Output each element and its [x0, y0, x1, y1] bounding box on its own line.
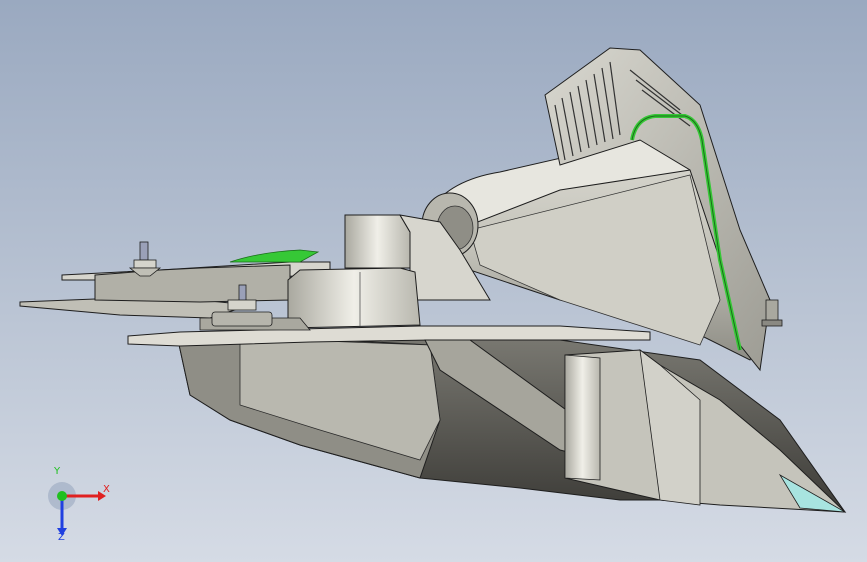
- coordinate-triad: X Y Z: [40, 466, 120, 550]
- green-strip: [229, 249, 320, 263]
- z-axis-label: Z: [58, 532, 65, 543]
- y-axis-dot: [57, 491, 67, 501]
- x-axis-label: X: [103, 484, 110, 495]
- bolt-left: [128, 241, 162, 277]
- left-block: [94, 264, 291, 303]
- cad-model[interactable]: [0, 0, 867, 562]
- center-tower: [344, 214, 411, 269]
- mid-block: [287, 267, 421, 329]
- 3d-viewport[interactable]: X Y Z: [0, 0, 867, 562]
- y-axis-label: Y: [54, 466, 61, 477]
